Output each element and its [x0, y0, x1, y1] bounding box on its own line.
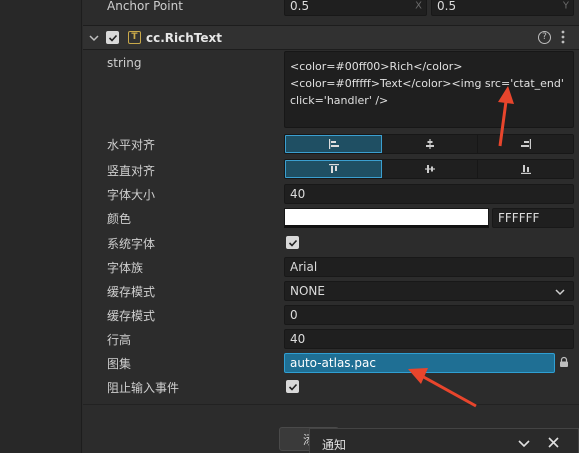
font-family-value: Arial: [290, 260, 318, 274]
string-label: string: [107, 56, 142, 70]
string-line-1: <color=#00ff00>Rich</color>: [290, 60, 463, 73]
anchor-y-value: 0.5: [437, 0, 457, 13]
annotation-arrow-atlas: [408, 368, 477, 408]
inspector-panel: Anchor Point 0.5 X 0.5 Y T cc.RichText ?…: [83, 0, 579, 453]
color-hex-input[interactable]: FFFFFF: [492, 208, 574, 228]
annotation-arrow-string: [498, 86, 514, 147]
cache-mode-label: 缓存模式: [107, 285, 156, 299]
vertical-align-label: 竖直对齐: [107, 164, 156, 178]
string-line-2: <color=#0fffff>Text</color><img src='cta…: [290, 77, 564, 90]
align-top-icon: [328, 164, 339, 173]
notification-panel: 通知: [309, 428, 579, 453]
chevron-down-icon: [555, 286, 565, 300]
anchor-x-value: 0.5: [290, 0, 310, 13]
cache-mode-2-input[interactable]: 0: [284, 305, 574, 325]
align-center-icon: [425, 139, 434, 149]
align-center-button[interactable]: [382, 135, 478, 153]
section-divider: [83, 404, 579, 405]
cache-mode-select[interactable]: NONE: [284, 281, 574, 301]
align-left-button[interactable]: [285, 135, 382, 153]
anchor-y-axis-tag: Y: [562, 0, 569, 12]
line-height-label: 行高: [107, 333, 132, 347]
cache-mode-2-value: 0: [290, 308, 298, 322]
system-font-label: 系统字体: [107, 237, 156, 251]
close-icon[interactable]: [548, 437, 559, 451]
align-left-icon: [328, 139, 339, 149]
block-input-checkbox[interactable]: [286, 380, 299, 393]
color-hex-value: FFFFFF: [498, 211, 540, 225]
align-top-button[interactable]: [285, 160, 382, 178]
cache-mode-2-label: 缓存模式: [107, 309, 156, 323]
align-bottom-button[interactable]: [478, 160, 573, 178]
font-family-label: 字体族: [107, 261, 144, 275]
anchor-x-axis-tag: X: [415, 0, 422, 12]
vertical-align-group: [284, 159, 574, 179]
lock-icon[interactable]: [558, 356, 570, 371]
color-label: 颜色: [107, 212, 132, 226]
block-input-label: 阻止输入事件: [107, 381, 180, 395]
notification-title: 通知: [322, 438, 347, 452]
font-size-input[interactable]: 40: [284, 184, 574, 204]
font-family-input[interactable]: Arial: [284, 257, 574, 277]
font-size-value: 40: [290, 187, 306, 201]
string-line-3: click='handler' />: [290, 94, 389, 107]
align-middle-icon: [424, 165, 435, 173]
cache-mode-value: NONE: [290, 284, 325, 298]
anchor-y-input[interactable]: 0.5 Y: [431, 0, 574, 16]
align-middle-button[interactable]: [382, 160, 478, 178]
more-options-icon[interactable]: [561, 30, 565, 47]
collapse-chevron-icon[interactable]: [518, 437, 530, 451]
line-height-input[interactable]: 40: [284, 329, 574, 349]
font-size-label: 字体大小: [107, 188, 156, 202]
horizontal-align-group: [284, 134, 574, 154]
line-height-value: 40: [290, 332, 306, 346]
atlas-value: auto-atlas.pac: [290, 356, 376, 370]
system-font-checkbox[interactable]: [286, 236, 299, 249]
atlas-label: 图集: [107, 357, 132, 371]
collapse-chevron-icon[interactable]: [89, 32, 99, 46]
align-bottom-icon: [520, 165, 531, 174]
horizontal-align-label: 水平对齐: [107, 138, 156, 152]
richtext-component-icon: T: [128, 31, 141, 44]
component-title: cc.RichText: [146, 31, 223, 45]
string-textarea[interactable]: <color=#00ff00>Rich</color> <color=#0fff…: [284, 51, 574, 128]
anchor-x-input[interactable]: 0.5 X: [284, 0, 427, 16]
anchor-point-label: Anchor Point: [107, 0, 183, 13]
help-icon[interactable]: ?: [538, 31, 551, 44]
richtext-component-header[interactable]: T cc.RichText ?: [83, 25, 579, 50]
color-swatch[interactable]: [284, 208, 489, 228]
component-enabled-checkbox[interactable]: [106, 31, 119, 44]
left-panel: [0, 0, 82, 453]
